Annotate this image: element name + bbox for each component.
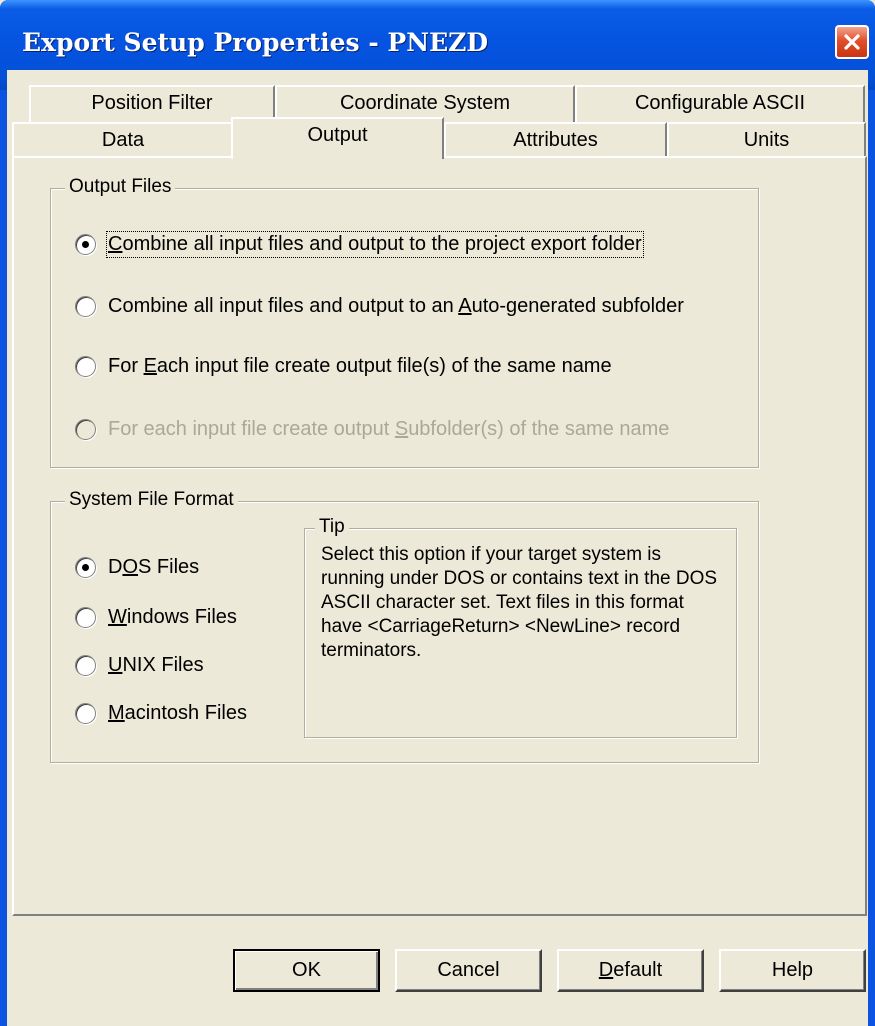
dialog-client-area: Position Filter Coordinate System Config…	[7, 70, 868, 1026]
tab-label: Data	[101, 129, 145, 151]
radio-button[interactable]	[75, 296, 96, 317]
radio-button[interactable]	[75, 703, 96, 724]
dialog-window: Export Setup Properties - PNEZD Position…	[0, 0, 875, 1026]
window-title: Export Setup Properties - PNEZD	[22, 28, 489, 57]
radio-label: Macintosh Files	[108, 702, 247, 724]
tab-output[interactable]: Output	[231, 117, 444, 159]
close-button[interactable]	[835, 25, 869, 59]
cancel-button[interactable]: Cancel	[395, 949, 542, 992]
default-button[interactable]: Default	[557, 949, 704, 992]
radio-windows-files[interactable]: Windows Files	[75, 606, 237, 629]
radio-label: UNIX Files	[108, 654, 204, 676]
radio-label: DOS Files	[108, 556, 200, 578]
radio-combine-auto-subfolder[interactable]: Combine all input files and output to an…	[75, 295, 684, 318]
output-files-label: Output Files	[65, 176, 176, 198]
tab-label: Attributes	[513, 129, 598, 151]
tab-label: Units	[743, 129, 790, 151]
output-files-group: Output Files Combine all input files and…	[50, 176, 759, 468]
radio-button[interactable]	[75, 655, 96, 676]
system-file-format-label: System File Format	[65, 489, 238, 511]
tab-configurable-ascii[interactable]: Configurable ASCII	[575, 85, 865, 122]
system-file-format-group: System File Format DOS Files Windows Fil…	[50, 489, 759, 763]
tab-attributes[interactable]: Attributes	[444, 122, 667, 159]
tab-data[interactable]: Data	[12, 122, 234, 159]
tab-page-output: Output Files Combine all input files and…	[12, 156, 867, 916]
radio-each-input-output-file[interactable]: For Each input file create output file(s…	[75, 355, 612, 378]
radio-label: Combine all input files and output to an…	[108, 295, 684, 317]
help-button[interactable]: Help	[719, 949, 866, 992]
radio-label: Combine all input files and output to th…	[106, 231, 644, 258]
radio-combine-project-folder[interactable]: Combine all input files and output to th…	[75, 231, 644, 258]
tab-label: Output	[307, 124, 368, 146]
tip-label: Tip	[315, 516, 349, 538]
ok-button[interactable]: OK	[233, 949, 380, 992]
radio-label: Windows Files	[108, 606, 237, 628]
tab-label: Position Filter	[91, 92, 213, 114]
radio-dos-files[interactable]: DOS Files	[75, 556, 199, 579]
radio-button[interactable]	[75, 356, 96, 377]
tip-group: Tip Select this option if your target sy…	[304, 516, 737, 738]
radio-each-input-subfolder: For each input file create output Subfol…	[75, 418, 669, 441]
radio-macintosh-files[interactable]: Macintosh Files	[75, 702, 247, 725]
radio-button[interactable]	[75, 607, 96, 628]
close-icon	[844, 34, 860, 50]
tab-units[interactable]: Units	[667, 122, 866, 159]
radio-unix-files[interactable]: UNIX Files	[75, 654, 204, 677]
radio-button[interactable]	[75, 234, 96, 255]
tab-label: Configurable ASCII	[634, 92, 806, 114]
tip-text: Select this option if your target system…	[321, 544, 718, 661]
radio-label: For each input file create output Subfol…	[108, 418, 670, 440]
radio-button	[75, 419, 96, 440]
radio-label: For Each input file create output file(s…	[108, 355, 612, 377]
tab-label: Coordinate System	[339, 92, 511, 114]
radio-button[interactable]	[75, 557, 96, 578]
